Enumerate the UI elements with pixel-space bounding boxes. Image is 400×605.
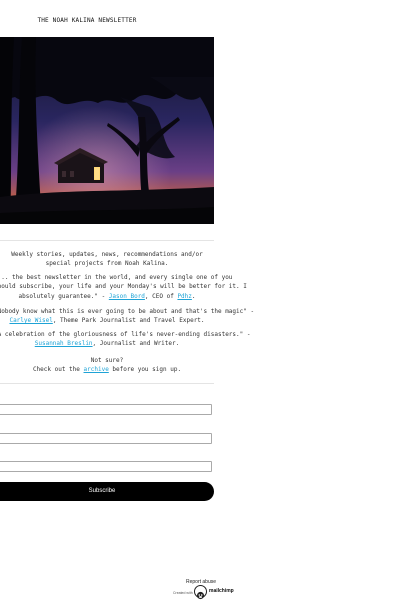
- last-name-input[interactable]: [0, 471, 211, 481]
- hero-image: [0, 37, 214, 224]
- not-sure-text: Not sure? Check out the archive before y…: [0, 356, 214, 375]
- quote-text: , Theme Park Journalist and Travel Exper…: [52, 317, 205, 325]
- quote-text: absolutely guarantee." -: [18, 292, 109, 300]
- night-cabin-photo: [0, 37, 214, 224]
- section-divider: [0, 240, 214, 241]
- quote-line: "Nobody know what this is ever going to …: [0, 308, 255, 315]
- intro-line: Weekly stories, updates, news, recommend…: [11, 251, 203, 258]
- quote-line: Susannah Breslin, Journalist and Writer.: [0, 339, 220, 348]
- testimonial-quote: "Nobody know what this is ever going to …: [0, 307, 254, 326]
- quote-line: absolutely guarantee." - Jason Bord, CEO…: [0, 292, 220, 301]
- quote-text: .: [191, 292, 196, 300]
- quote-line: "... the best newsletter in the world, a…: [0, 274, 233, 281]
- not-sure-line: Check out the archive before you sign up…: [0, 365, 214, 374]
- last-name-field[interactable]: [0, 461, 212, 481]
- testimonial-quote: "... the best newsletter in the world, a…: [0, 273, 247, 301]
- section-divider: [0, 383, 214, 384]
- subscribe-button[interactable]: Subscribe: [0, 482, 214, 501]
- mailchimp-brand-text: mailchimp: [209, 588, 234, 594]
- email-input[interactable]: [0, 414, 211, 424]
- quote-line: "A celebration of the gloriousness of li…: [0, 331, 251, 338]
- email-field[interactable]: [0, 404, 212, 424]
- quote-text: , CEO of: [144, 292, 178, 300]
- newsletter-title: THE NOAH KALINA NEWSLETTER: [37, 17, 137, 24]
- first-name-input[interactable]: [0, 443, 211, 453]
- not-sure-text-part: before you sign up.: [108, 366, 182, 374]
- quote-text: , Journalist and Writer.: [92, 340, 180, 348]
- quote-author-link[interactable]: Carlye Wisel: [9, 317, 52, 324]
- not-sure-line: Not sure?: [90, 357, 124, 364]
- quote-line: Carlye Wisel, Theme Park Journalist and …: [0, 316, 220, 325]
- quote-author-link[interactable]: Jason Bord: [109, 293, 145, 300]
- mailchimp-logo-icon[interactable]: [194, 585, 207, 600]
- created-with-text: Created with: [173, 591, 193, 595]
- testimonial-quote: "A celebration of the gloriousness of li…: [0, 330, 250, 349]
- not-sure-text-part: Check out the: [32, 366, 84, 374]
- intro-line: special projects from Noah Kalina.: [45, 260, 169, 268]
- quote-org-link[interactable]: Pdhz: [177, 293, 191, 300]
- mailchimp-monkey-icon: [196, 591, 205, 600]
- archive-link[interactable]: archive: [84, 366, 109, 373]
- quote-line: should subscribe, your life and your Mon…: [0, 283, 247, 291]
- quote-author-link[interactable]: Susannah Breslin: [35, 340, 93, 347]
- first-name-field[interactable]: [0, 433, 212, 453]
- intro-text: Weekly stories, updates, news, recommend…: [0, 250, 214, 269]
